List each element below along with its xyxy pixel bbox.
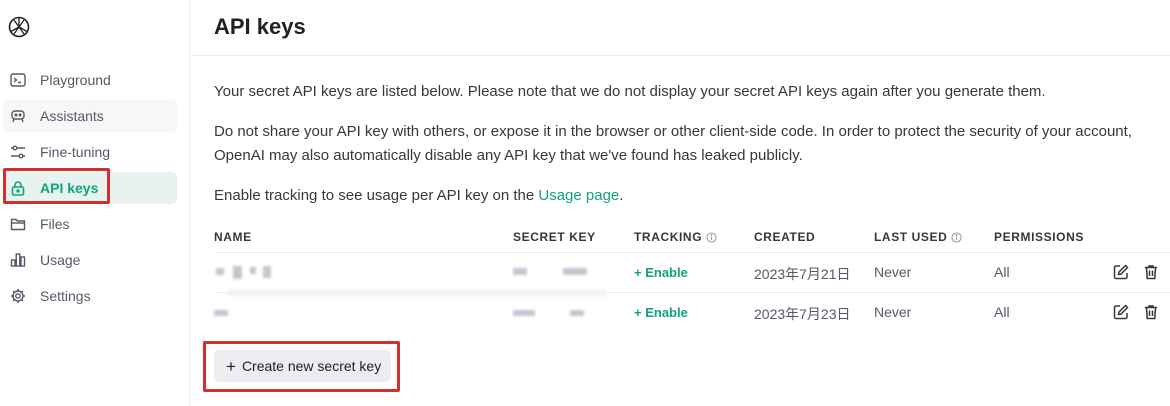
intro-paragraph-1: Your secret API keys are listed below. P… (214, 83, 1046, 100)
column-label: PERMISSIONS (994, 230, 1084, 244)
sidebar-item-label: Fine-tuning (40, 144, 111, 160)
openai-logo-icon[interactable] (6, 14, 32, 40)
gear-icon (9, 287, 27, 305)
sidebar-item-label: Usage (40, 252, 81, 268)
trash-icon[interactable] (1142, 263, 1160, 281)
bar-chart-icon (9, 251, 27, 269)
redacted-name (250, 267, 256, 274)
trash-icon[interactable] (1142, 303, 1160, 321)
permissions: All (994, 304, 1010, 320)
sidebar-item-label: Assistants (40, 108, 104, 124)
sidebar-item-label: Playground (40, 72, 111, 88)
redacted-secret-key (513, 310, 535, 316)
redacted-strip (228, 290, 606, 296)
redacted-secret-key (563, 268, 587, 275)
intro-paragraph-3: Enable tracking to see usage per API key… (214, 184, 1144, 208)
page-title: API keys (214, 14, 306, 39)
column-header-tracking: TRACKING (634, 230, 717, 244)
last-used: Never (874, 304, 912, 320)
sidebar-item-label: Files (40, 216, 70, 232)
column-header-secret-key: SECRET KEY (513, 230, 596, 244)
sidebar-item-label: Settings (40, 288, 91, 304)
sliders-icon (9, 143, 27, 161)
column-label: LAST USED (874, 230, 948, 244)
redacted-name (233, 266, 242, 279)
info-icon[interactable] (706, 231, 717, 243)
terminal-icon (9, 71, 27, 89)
sidebar-item-usage[interactable]: Usage (3, 244, 177, 276)
usage-page-link[interactable]: Usage page (538, 187, 619, 204)
folder-icon (9, 215, 27, 233)
intro-text-suffix: . (619, 187, 624, 204)
sidebar-item-playground[interactable]: Playground (3, 64, 177, 96)
column-label: NAME (214, 230, 252, 244)
enable-tracking-button[interactable]: + Enable (634, 305, 688, 320)
created-date: 2023年7月23日 (754, 306, 851, 322)
robot-icon (9, 107, 27, 125)
sidebar-item-settings[interactable]: Settings (3, 280, 177, 312)
permissions: All (994, 264, 1010, 280)
sidebar-item-files[interactable]: Files (3, 208, 177, 240)
sidebar-item-assistants[interactable]: Assistants (3, 100, 177, 132)
info-icon[interactable] (951, 231, 962, 243)
redacted-name (214, 310, 228, 316)
column-label: SECRET KEY (513, 230, 596, 244)
redacted-name (216, 268, 224, 275)
sidebar-item-api-keys[interactable]: API keys (3, 172, 177, 204)
enable-tracking-button[interactable]: + Enable (634, 265, 688, 280)
plus-icon: + (226, 356, 236, 376)
column-header-name: NAME (214, 230, 252, 244)
lock-icon (9, 179, 27, 197)
column-header-created: CREATED (754, 230, 815, 244)
edit-icon[interactable] (1112, 303, 1130, 321)
column-header-permissions: PERMISSIONS (994, 230, 1084, 244)
intro-text: Enable tracking to see usage per API key… (214, 187, 539, 204)
sidebar-item-label: API keys (40, 180, 99, 196)
page-header: API keys (191, 0, 1170, 56)
intro-paragraph-2: Do not share your API key with others, o… (214, 123, 1132, 164)
redacted-secret-key (570, 310, 584, 316)
sidebar: Playground Assistants Fine-tuning API ke… (0, 0, 190, 406)
table-divider (214, 252, 1170, 253)
column-header-last-used: LAST USED (874, 230, 962, 244)
last-used: Never (874, 264, 912, 280)
sidebar-item-fine-tuning[interactable]: Fine-tuning (3, 136, 177, 168)
edit-icon[interactable] (1112, 263, 1130, 281)
created-date: 2023年7月21日 (754, 266, 851, 282)
redacted-name (263, 266, 271, 278)
redacted-secret-key (513, 268, 527, 275)
create-new-secret-key-button[interactable]: + Create new secret key (214, 350, 391, 382)
create-button-label: Create new secret key (241, 358, 382, 374)
column-label: CREATED (754, 230, 816, 244)
column-label: TRACKING (634, 230, 703, 244)
